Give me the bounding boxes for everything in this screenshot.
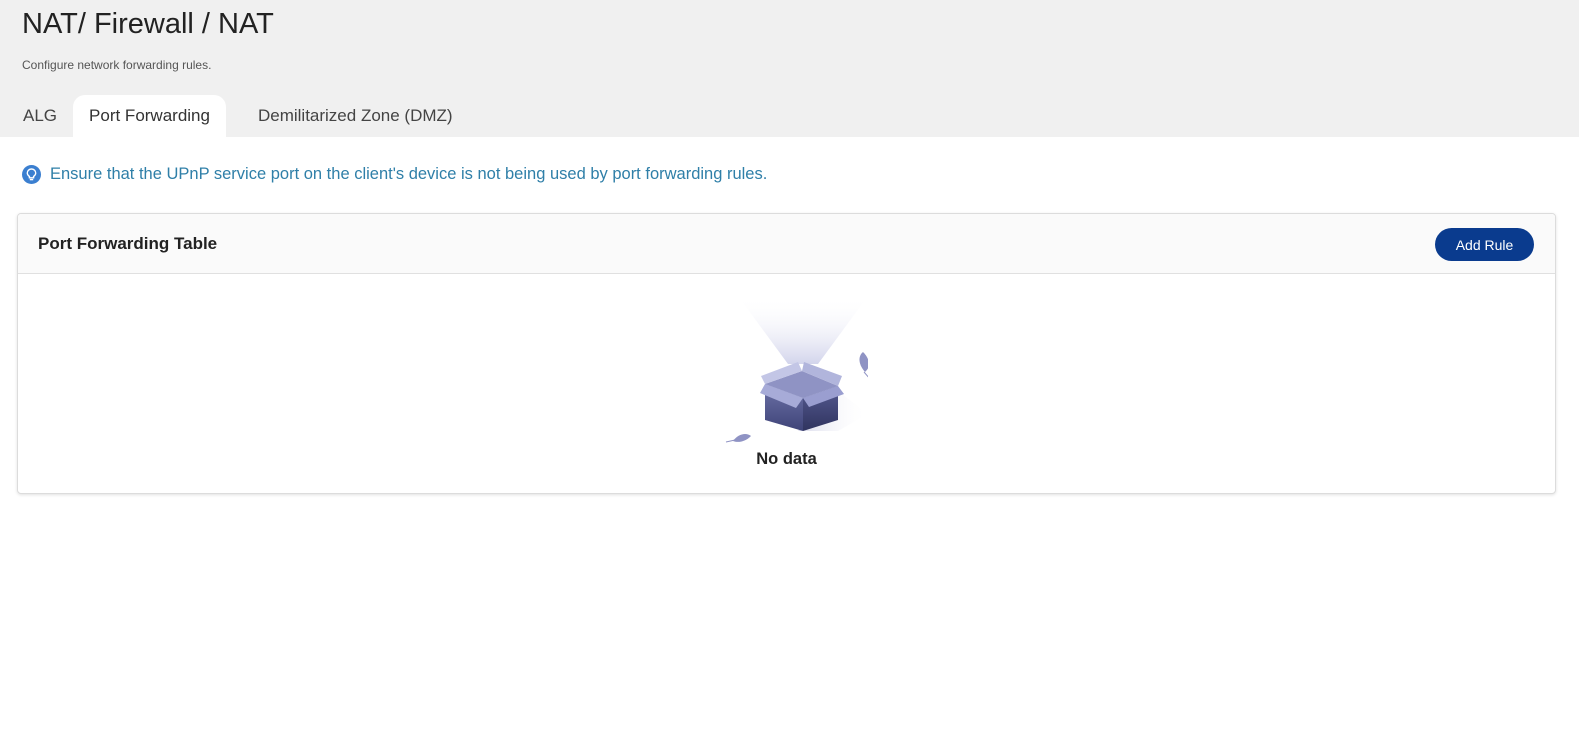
- tip-text: Ensure that the UPnP service port on the…: [50, 165, 768, 183]
- table-header: Port Forwarding Table Add Rule: [18, 214, 1555, 274]
- empty-state: No data: [18, 274, 1555, 493]
- page-subtitle: Configure network forwarding rules.: [22, 58, 212, 72]
- add-rule-button[interactable]: Add Rule: [1435, 228, 1534, 261]
- table-title: Port Forwarding Table: [38, 234, 218, 253]
- tab-port-forwarding[interactable]: Port Forwarding: [73, 95, 226, 137]
- empty-text: No data: [756, 450, 817, 468]
- tab-alg[interactable]: ALG: [0, 95, 73, 137]
- tab-bar: ALG Port Forwarding Demilitarized Zone (…: [0, 95, 469, 137]
- tab-dmz[interactable]: Demilitarized Zone (DMZ): [242, 95, 469, 137]
- lightbulb-icon: [22, 165, 41, 184]
- page-title: NAT/ Firewall / NAT: [22, 8, 274, 40]
- empty-box-icon: [725, 296, 868, 443]
- info-tip: Ensure that the UPnP service port on the…: [22, 165, 767, 184]
- port-forwarding-table-card: Port Forwarding Table Add Rule No data: [17, 213, 1556, 494]
- page-header: NAT/ Firewall / NAT Configure network fo…: [0, 0, 1579, 137]
